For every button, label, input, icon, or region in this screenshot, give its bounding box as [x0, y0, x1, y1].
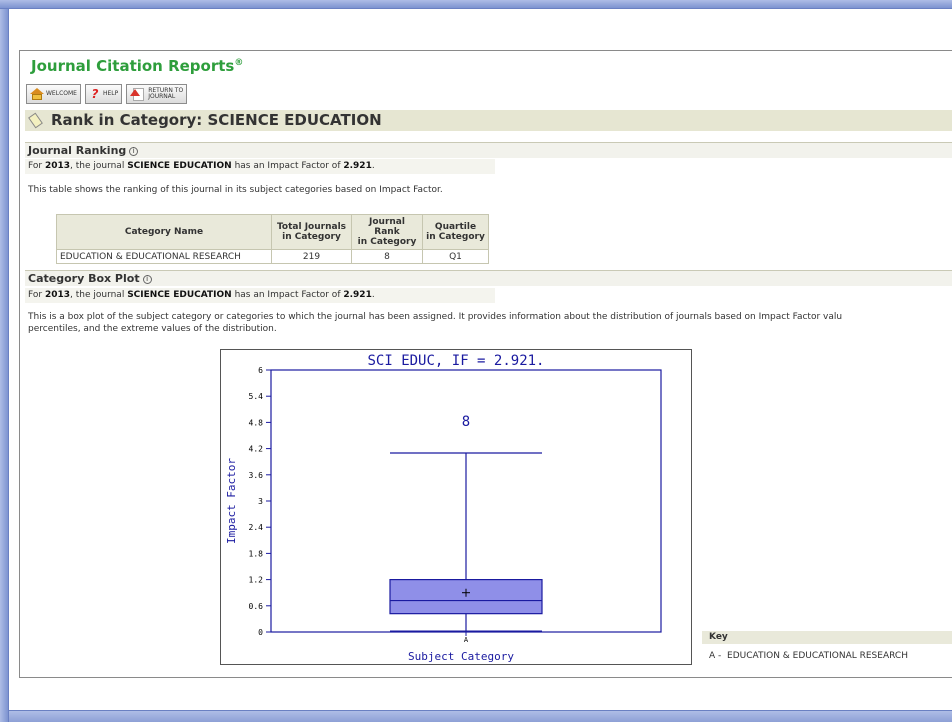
journal-rank-label: 8: [462, 414, 470, 430]
help-button[interactable]: ? HELP: [84, 84, 123, 104]
y-tick-label: 5.4: [249, 392, 264, 401]
x-axis-label: Subject Category: [408, 650, 514, 663]
toolbar: WELCOME ? HELP RETURN TO JOURNAL: [26, 84, 188, 104]
ranking-table: Category Name Total Journals in Category …: [56, 214, 489, 264]
welcome-button[interactable]: WELCOME: [26, 84, 81, 104]
box-plot-description-line2: percentiles, and the extreme values of t…: [28, 324, 277, 334]
col-category-name: Category Name: [56, 214, 272, 250]
box-plot-chart: SCI EDUC, IF = 2.921. 0 0.6 1.2 1.8 2.4 3 3.6 4.…: [220, 349, 692, 665]
table-row: EDUCATION & EDUCATIONAL RESEARCH 219 8 Q…: [56, 249, 489, 264]
y-axis-label: Impact Factor: [225, 458, 238, 544]
y-tick-label: 0.6: [249, 602, 264, 611]
pencil-icon: [28, 112, 43, 129]
home-icon: [30, 88, 44, 100]
return-label-line2: JOURNAL: [148, 93, 176, 100]
table-header-row: Category Name Total Journals in Category …: [56, 214, 489, 250]
col-quartile: Quartile in Category: [422, 214, 489, 250]
journal-ranking-heading: Journal Ranking i: [25, 142, 952, 158]
box-plot-description-line1: This is a box plot of the subject catego…: [28, 312, 843, 322]
y-tick-label: 3: [258, 497, 263, 506]
page-title: Rank in Category: SCIENCE EDUCATION: [51, 111, 382, 129]
return-label: RETURN TO JOURNAL: [148, 88, 183, 100]
box-plot-heading: Category Box Plot i: [25, 270, 952, 286]
y-tick-label: 1.2: [249, 576, 264, 585]
col-journal-rank: Journal Rank in Category: [351, 214, 423, 250]
return-to-journal-button[interactable]: RETURN TO JOURNAL: [126, 84, 188, 104]
window-frame-left: [0, 9, 9, 722]
registered-mark: ®: [234, 58, 244, 68]
welcome-label: WELCOME: [46, 90, 77, 97]
page-title-bar: Rank in Category: SCIENCE EDUCATION: [25, 110, 952, 131]
journal-ranking-heading-text: Journal Ranking: [28, 144, 127, 157]
key-heading: Key: [702, 631, 952, 644]
y-tick-label: 4.2: [249, 445, 264, 454]
journal-rank-cell: 8: [351, 249, 423, 264]
y-tick-label: 3.6: [249, 471, 264, 480]
window-frame-bottom: [9, 710, 952, 722]
key-entry: A - EDUCATION & EDUCATIONAL RESEARCH: [709, 651, 908, 661]
x-tick-label: A: [464, 636, 469, 644]
jcr-logo-title[interactable]: Journal Citation Reports®: [31, 57, 243, 75]
y-tick-label: 4.8: [249, 418, 264, 427]
impact-factor-statement: For 2013, the journal SCIENCE EDUCATION …: [28, 161, 375, 171]
impact-factor-statement-2: For 2013, the journal SCIENCE EDUCATION …: [28, 290, 375, 300]
help-icon: ?: [91, 87, 99, 101]
quartile-cell: Q1: [422, 249, 489, 264]
total-journals-cell: 219: [271, 249, 352, 264]
chart-title: SCI EDUC, IF = 2.921.: [367, 353, 544, 369]
info-icon[interactable]: i: [142, 275, 152, 284]
box-plot-svg: SCI EDUC, IF = 2.921. 0 0.6 1.2 1.8 2.4 3 3.6 4.…: [225, 353, 662, 663]
content-panel: Journal Citation Reports® WELCOME ? HELP…: [19, 50, 952, 678]
y-tick-label: 0: [258, 628, 263, 637]
y-tick-label: 1.8: [249, 549, 264, 558]
box-plot-heading-text: Category Box Plot: [28, 272, 140, 285]
info-icon[interactable]: i: [129, 147, 139, 156]
return-arrow-icon: [130, 87, 146, 101]
col-total-journals: Total Journals in Category: [271, 214, 352, 250]
jcr-title-text: Journal Citation Reports: [31, 57, 235, 75]
y-tick-label: 6: [258, 366, 263, 375]
ranking-description: This table shows the ranking of this jou…: [28, 185, 443, 195]
y-tick-label: 2.4: [249, 523, 264, 532]
category-name-cell: EDUCATION & EDUCATIONAL RESEARCH: [56, 249, 272, 264]
window-frame-top: [0, 0, 952, 9]
help-label: HELP: [102, 90, 119, 97]
